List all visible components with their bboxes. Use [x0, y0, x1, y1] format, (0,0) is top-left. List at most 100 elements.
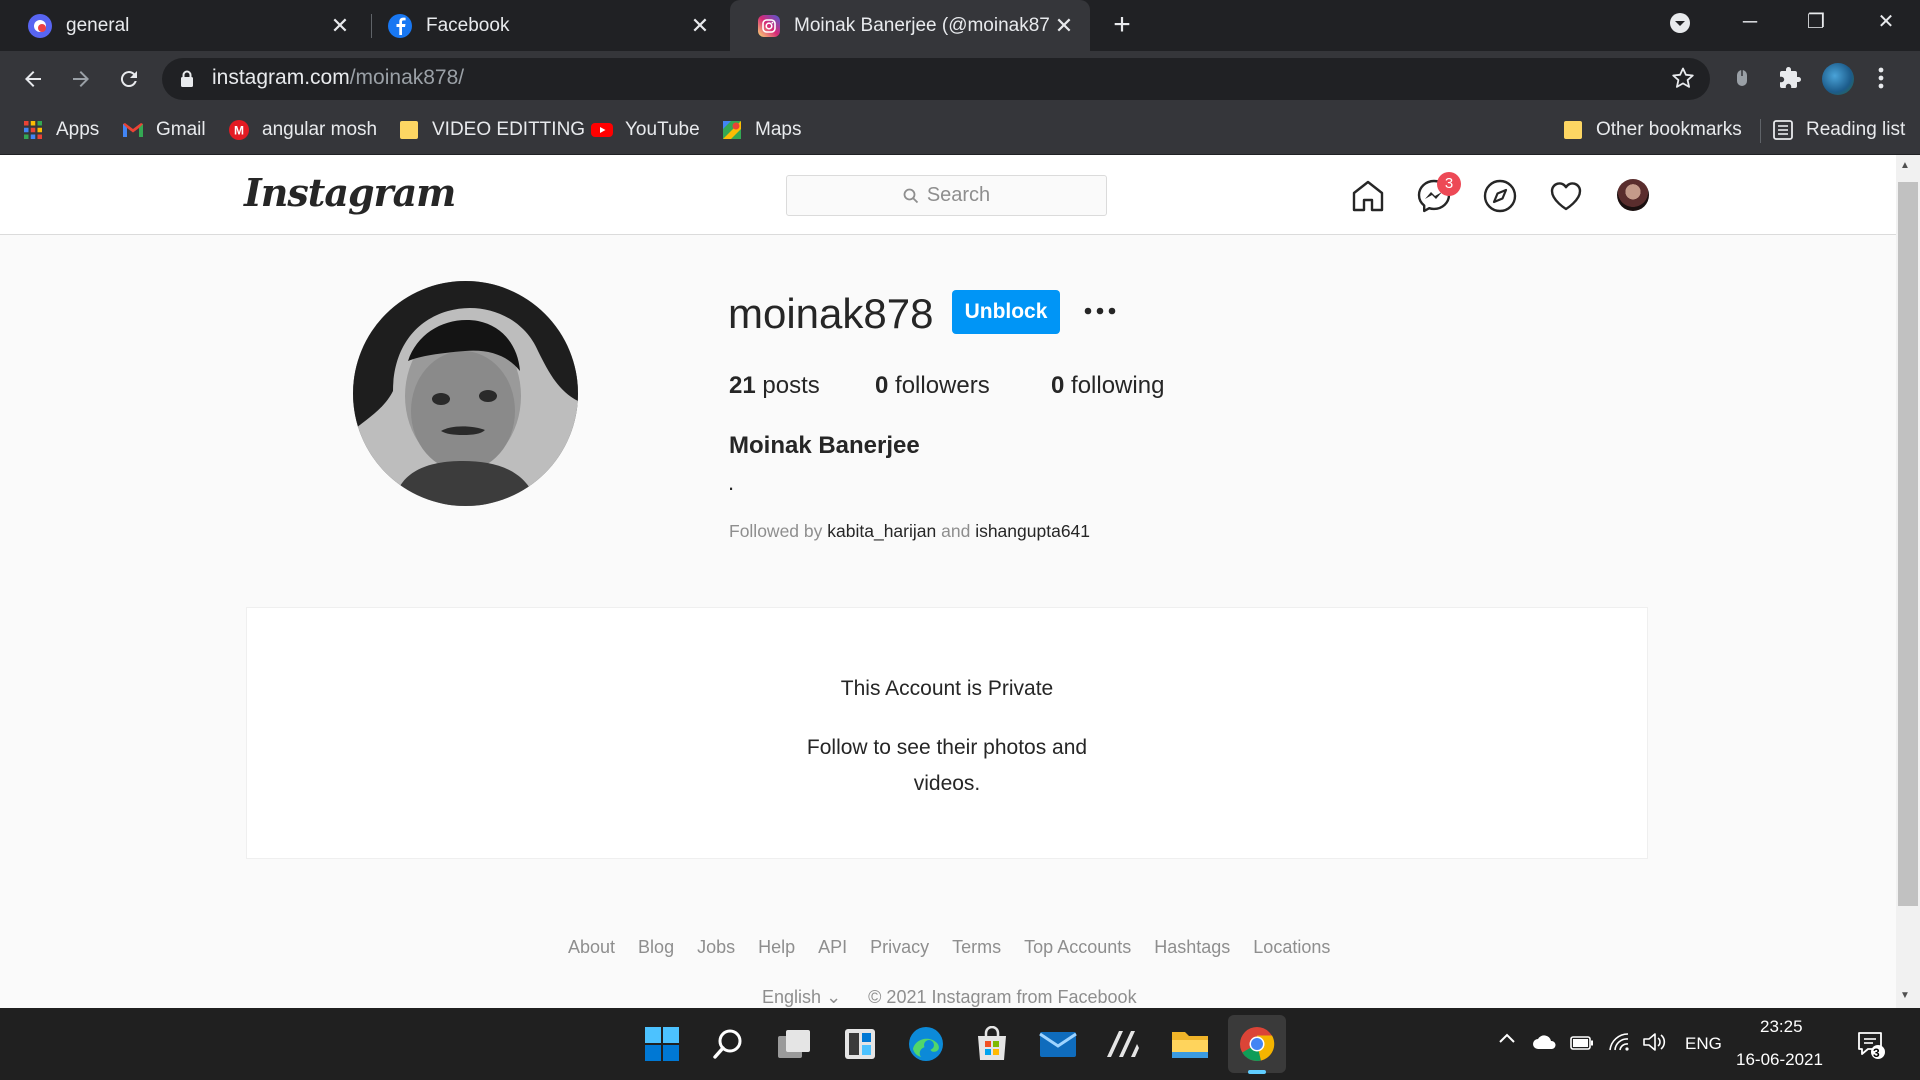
url-path: /moinak878/	[349, 66, 465, 89]
followed-by-user[interactable]: kabita_harijan	[827, 521, 936, 541]
footer-link[interactable]: Hashtags	[1154, 937, 1230, 958]
taskbar-active-indicator	[1248, 1070, 1266, 1074]
tab-general[interactable]: general ✕	[0, 0, 366, 51]
footer-link[interactable]: API	[818, 937, 847, 958]
home-icon[interactable]	[1350, 178, 1386, 214]
svg-text:M: M	[234, 124, 244, 138]
restore-button[interactable]: ❐	[1786, 0, 1846, 44]
reload-button[interactable]	[110, 60, 148, 98]
lock-icon[interactable]	[180, 70, 194, 93]
file-explorer-icon[interactable]	[1170, 1024, 1210, 1064]
discord-favicon-icon	[28, 13, 52, 38]
windows-taskbar	[0, 1008, 1920, 1080]
profile-avatar-small[interactable]	[1617, 179, 1649, 211]
bookmark-label: Maps	[755, 119, 802, 140]
footer-link[interactable]: Blog	[638, 937, 674, 958]
bookmark-label: VIDEO EDITTING	[432, 119, 586, 140]
bookmark-maps[interactable]: Maps	[721, 115, 801, 145]
footer-link[interactable]: Locations	[1253, 937, 1330, 958]
facebook-favicon-icon	[388, 13, 412, 38]
minimize-button[interactable]: ─	[1720, 0, 1780, 44]
volume-icon[interactable]	[1642, 1032, 1666, 1057]
tab-facebook[interactable]: Facebook ✕	[360, 0, 726, 51]
other-bookmarks-folder[interactable]: Other bookmarks	[1562, 115, 1742, 145]
explore-compass-icon[interactable]	[1482, 178, 1518, 214]
footer-link[interactable]: Terms	[952, 937, 1001, 958]
chrome-taskbar-icon[interactable]	[1237, 1024, 1277, 1064]
footer-link[interactable]: Help	[758, 937, 795, 958]
onedrive-cloud-icon[interactable]	[1532, 1034, 1558, 1055]
tab-title: Facebook	[426, 14, 510, 36]
microsoft-store-icon[interactable]	[972, 1024, 1012, 1064]
footer-links: About Blog Jobs Help API Privacy Terms T…	[568, 937, 1330, 958]
followed-by-text[interactable]: Followed by kabita_harijan and ishangupt…	[729, 521, 1090, 542]
followed-by-user[interactable]: ishangupta641	[975, 521, 1090, 541]
followed-by-prefix: Followed by	[729, 521, 823, 541]
footer-link[interactable]: About	[568, 937, 615, 958]
wifi-icon[interactable]	[1608, 1032, 1630, 1057]
scrollbar-thumb[interactable]	[1898, 182, 1918, 906]
tab-close-icon[interactable]: ✕	[326, 13, 354, 39]
instagram-logo[interactable]: Instagram	[244, 170, 456, 215]
profile-bio: .	[728, 470, 735, 495]
show-hidden-icons-chevron-icon[interactable]	[1498, 1030, 1516, 1050]
profile-username: moinak878	[728, 290, 934, 337]
battery-icon[interactable]	[1570, 1035, 1594, 1055]
tab-close-icon[interactable]: ✕	[686, 13, 714, 39]
windows-start-icon[interactable]	[642, 1024, 682, 1064]
profile-picture[interactable]	[353, 281, 578, 506]
chrome-menu-icon[interactable]	[1877, 64, 1885, 97]
activity-heart-icon[interactable]	[1548, 178, 1584, 214]
extension-mouse-icon[interactable]	[1734, 66, 1750, 95]
clock-date[interactable]: 16-06-2021	[1736, 1050, 1823, 1070]
more-options-icon[interactable]	[1080, 298, 1120, 324]
tab-instagram-profile[interactable]: Moinak Banerjee (@moinak878) ✕	[730, 0, 1090, 51]
back-button[interactable]	[14, 60, 52, 98]
language-select[interactable]: English ⌄	[762, 987, 841, 1007]
reading-list-button[interactable]: Reading list	[1772, 115, 1905, 145]
reading-list-icon	[1772, 119, 1794, 141]
profile-avatar-icon[interactable]	[1822, 63, 1854, 95]
posts-label: posts	[762, 372, 820, 399]
footer-link[interactable]: Jobs	[697, 937, 735, 958]
tab-close-icon[interactable]: ✕	[1050, 13, 1078, 39]
search-icon[interactable]	[708, 1024, 748, 1064]
forward-button[interactable]	[62, 60, 100, 98]
bookmark-star-icon[interactable]	[1671, 66, 1695, 95]
maps-icon	[721, 119, 743, 141]
messages-count-badge: 3	[1437, 172, 1461, 196]
edge-browser-icon[interactable]	[906, 1024, 946, 1064]
mail-icon[interactable]	[1038, 1024, 1078, 1064]
bookmark-label: Reading list	[1806, 119, 1906, 140]
url-text[interactable]: instagram.com/moinak878/	[212, 66, 464, 90]
bookmark-youtube[interactable]: YouTube	[591, 115, 700, 145]
tab-title: Moinak Banerjee (@moinak878)	[794, 14, 1050, 36]
following-stat[interactable]: 0 following	[1051, 372, 1164, 400]
bookmark-apps[interactable]: Apps	[22, 115, 99, 145]
task-view-icon[interactable]	[774, 1024, 814, 1064]
extensions-puzzle-icon[interactable]	[1778, 66, 1802, 95]
bookmark-folder-video-editting[interactable]: VIDEO EDITTING	[398, 115, 585, 145]
bookmark-angular-mosh[interactable]: M angular mosh	[228, 115, 377, 145]
footer-link[interactable]: Privacy	[870, 937, 929, 958]
bookmark-gmail[interactable]: Gmail	[122, 115, 206, 145]
input-language-indicator[interactable]: ENG	[1685, 1034, 1722, 1054]
scroll-up-arrow-icon[interactable]: ▲	[1900, 160, 1910, 171]
folder-icon	[1562, 119, 1584, 141]
footer-link[interactable]: Top Accounts	[1024, 937, 1131, 958]
followers-stat[interactable]: 0 followers	[875, 372, 990, 400]
tab-search-button[interactable]	[1650, 0, 1710, 44]
adobe-app-icon[interactable]	[1104, 1024, 1144, 1064]
close-window-button[interactable]: ✕	[1856, 0, 1916, 44]
unblock-button[interactable]: Unblock	[952, 290, 1060, 334]
search-input[interactable]: Search	[786, 175, 1107, 216]
scroll-down-arrow-icon[interactable]: ▼	[1900, 990, 1910, 1001]
clock-time[interactable]: 23:25	[1760, 1017, 1803, 1037]
bookmark-label: Other bookmarks	[1596, 119, 1742, 140]
gmail-icon	[122, 119, 144, 141]
new-tab-button[interactable]: +	[1106, 10, 1138, 42]
posts-count: 21	[729, 372, 756, 399]
notification-center-icon[interactable]	[1856, 1030, 1886, 1065]
apps-grid-icon	[22, 119, 44, 141]
widgets-icon[interactable]	[840, 1024, 880, 1064]
